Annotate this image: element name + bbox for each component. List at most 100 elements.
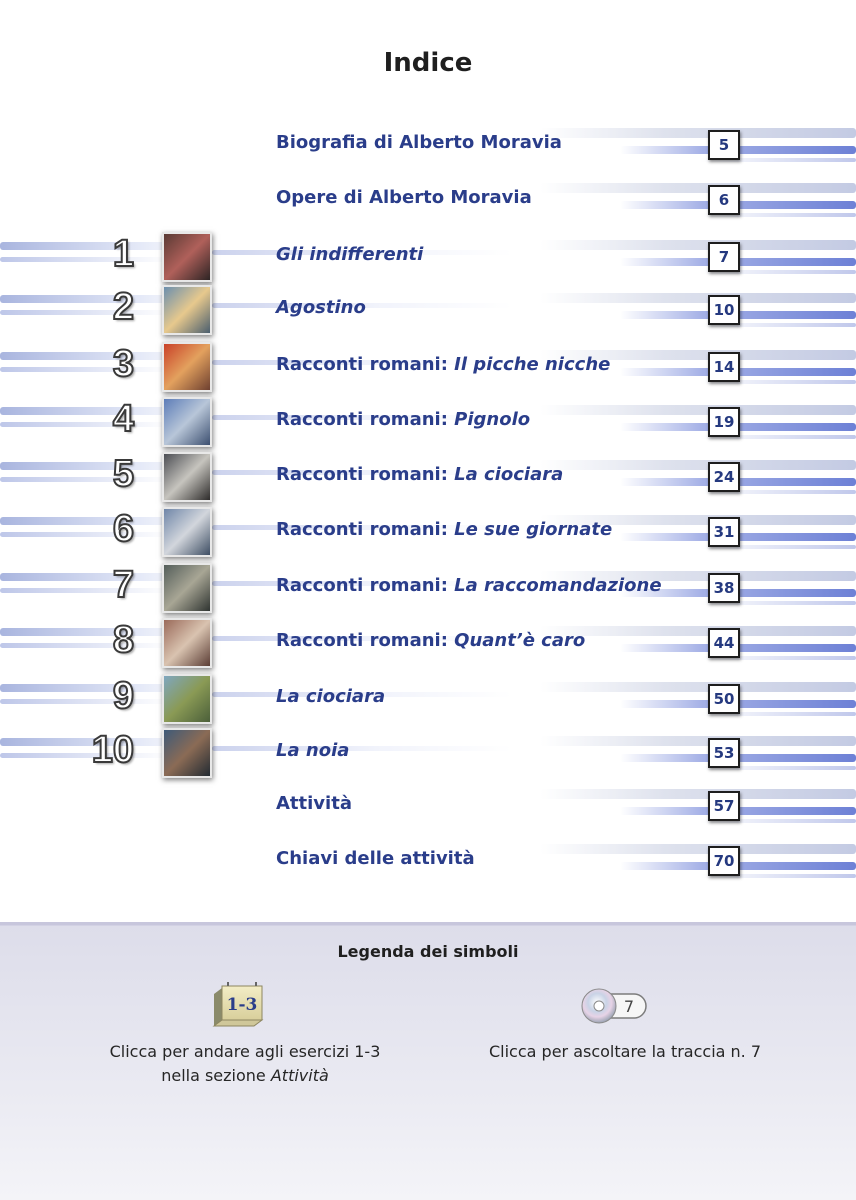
- symbol-legend: Legenda dei simboli 1-3 7 Clicca per and…: [0, 922, 856, 1200]
- toc-title-part: Racconti romani:: [276, 464, 455, 485]
- toc-entry[interactable]: Opere di Alberto Moravia 6: [0, 173, 856, 223]
- page-number-button[interactable]: 7: [708, 242, 740, 272]
- toc-title-part: Opere di Alberto Moravia: [276, 187, 532, 208]
- toc-entry[interactable]: 2 Agostino 10: [0, 283, 856, 335]
- toc-entry[interactable]: 10 La noia 53: [0, 726, 856, 778]
- toc-entry-title[interactable]: Racconti romani: La raccomandazione: [276, 575, 662, 596]
- chapter-thumbnail[interactable]: [162, 342, 212, 392]
- chapter-thumbnail[interactable]: [162, 232, 212, 282]
- exercise-legend-line1: Clicca per andare agli esercizi 1-3: [109, 1042, 381, 1061]
- toc-entry[interactable]: Biografia di Alberto Moravia 5: [0, 118, 856, 168]
- toc-entry-title[interactable]: Racconti romani: Pignolo: [276, 409, 530, 430]
- toc-title-italic-part: La raccomandazione: [454, 575, 662, 596]
- toc-title-part: Chiavi delle attività: [276, 848, 475, 869]
- decorative-streak: [540, 626, 856, 636]
- chapter-number: 9: [112, 674, 135, 718]
- toc-title-part: Racconti romani:: [276, 354, 455, 375]
- chapter-thumbnail[interactable]: [162, 397, 212, 447]
- toc-entry-title[interactable]: Racconti romani: Le sue giornate: [276, 519, 612, 540]
- toc-entry-title[interactable]: Racconti romani: La ciociara: [276, 464, 563, 485]
- page-number-button[interactable]: 6: [708, 185, 740, 215]
- chapter-thumbnail[interactable]: [162, 563, 212, 613]
- toc-entry-title[interactable]: Attività: [276, 793, 352, 814]
- toc-entry[interactable]: 7 Racconti romani: La raccomandazione 38: [0, 561, 856, 613]
- chapter-number: 4: [112, 397, 135, 441]
- decorative-streak: [540, 293, 856, 303]
- toc-entry[interactable]: 6 Racconti romani: Le sue giornate 31: [0, 505, 856, 557]
- chapter-number: 7: [112, 563, 135, 607]
- decorative-streak: [540, 682, 856, 692]
- page-title: Indice: [383, 48, 473, 78]
- toc-title-part: Racconti romani:: [276, 630, 455, 651]
- page-number-button[interactable]: 24: [708, 462, 740, 492]
- toc-entry-title[interactable]: Agostino: [276, 297, 366, 318]
- toc-entry[interactable]: 9 La ciociara 50: [0, 672, 856, 724]
- toc-entry-title[interactable]: Racconti romani: Quant’è caro: [276, 630, 585, 651]
- toc-title-part: Racconti romani:: [276, 519, 455, 540]
- chapter-number: 5: [112, 452, 135, 496]
- toc-entry[interactable]: 5 Racconti romani: La ciociara 24: [0, 450, 856, 502]
- page-number-button[interactable]: 57: [708, 791, 740, 821]
- decorative-streak: [540, 128, 856, 138]
- page-number-button[interactable]: 53: [708, 738, 740, 768]
- chapter-number: 1: [112, 232, 135, 276]
- chapter-thumbnail[interactable]: [162, 452, 212, 502]
- toc-entry-title[interactable]: Chiavi delle attività: [276, 848, 475, 869]
- page-number-button[interactable]: 70: [708, 846, 740, 876]
- toc-entry-title[interactable]: Opere di Alberto Moravia: [276, 187, 532, 208]
- page-number-button[interactable]: 10: [708, 295, 740, 325]
- chapter-thumbnail[interactable]: [162, 618, 212, 668]
- toc-entry-title[interactable]: La ciociara: [276, 686, 385, 707]
- track-legend-text: Clicca per ascoltare la traccia n. 7: [488, 1042, 762, 1061]
- chapter-number: 8: [112, 618, 135, 662]
- toc-entry[interactable]: Chiavi delle attività 70: [0, 834, 856, 884]
- toc-title-part: Biografia di Alberto Moravia: [276, 132, 562, 153]
- page-number-button[interactable]: 5: [708, 130, 740, 160]
- toc-entry-title[interactable]: Racconti romani: Il picche nicche: [276, 354, 610, 375]
- chapter-number: 6: [112, 507, 135, 551]
- exercise-legend-text: Clicca per andare agli esercizi 1-3 nell…: [90, 1040, 400, 1088]
- page-number-button[interactable]: 14: [708, 352, 740, 382]
- chapter-number: 3: [112, 342, 135, 386]
- chapter-thumbnail[interactable]: [162, 507, 212, 557]
- toc-title-italic-part: Pignolo: [454, 409, 531, 430]
- toc-title-italic-part: La ciociara: [276, 686, 386, 707]
- toc-title-part: Racconti romani:: [276, 409, 455, 430]
- decorative-streak: [212, 746, 512, 751]
- page-number-button[interactable]: 38: [708, 573, 740, 603]
- cd-track-icon: 7: [581, 988, 647, 1024]
- page-number-button[interactable]: 19: [708, 407, 740, 437]
- toc-entry[interactable]: 8 Racconti romani: Quant’è caro 44: [0, 616, 856, 668]
- page-number-button[interactable]: 50: [708, 684, 740, 714]
- toc-entry[interactable]: 4 Racconti romani: Pignolo 19: [0, 395, 856, 447]
- toc-entry[interactable]: 3 Racconti romani: Il picche nicche 14: [0, 340, 856, 392]
- toc-entry[interactable]: Attività 57: [0, 779, 856, 829]
- toc-title-part: Racconti romani:: [276, 575, 455, 596]
- toc-title-italic-part: Quant’è caro: [454, 630, 586, 651]
- legend-title: Legenda dei simboli: [337, 942, 519, 961]
- toc-entry-title[interactable]: Gli indifferenti: [276, 244, 423, 265]
- toc-entry-title[interactable]: Biografia di Alberto Moravia: [276, 132, 562, 153]
- chapter-number: 10: [91, 728, 135, 772]
- page-number-button[interactable]: 31: [708, 517, 740, 547]
- chapter-number: 2: [112, 285, 135, 329]
- decorative-streak: [540, 405, 856, 415]
- toc-title-italic-part: Il picche nicche: [454, 354, 611, 375]
- toc-title-italic-part: Agostino: [276, 297, 366, 318]
- exercise-legend-section: Attività: [270, 1066, 329, 1085]
- decorative-streak: [540, 240, 856, 250]
- decorative-streak: [540, 789, 856, 799]
- decorative-streak: [540, 460, 856, 470]
- decorative-streak: [540, 844, 856, 854]
- toc-entry-title[interactable]: La noia: [276, 740, 349, 761]
- toc-entry[interactable]: 1 Gli indifferenti 7: [0, 230, 856, 282]
- toc-title-italic-part: La ciociara: [454, 464, 564, 485]
- page-number-button[interactable]: 44: [708, 628, 740, 658]
- exercise-legend-line2-prefix: nella sezione: [161, 1066, 271, 1085]
- toc-title-italic-part: La noia: [276, 740, 350, 761]
- chapter-thumbnail[interactable]: [162, 285, 212, 335]
- toc-title-italic-part: Gli indifferenti: [276, 244, 424, 265]
- chapter-thumbnail[interactable]: [162, 728, 212, 778]
- chapter-thumbnail[interactable]: [162, 674, 212, 724]
- toc-title-part: Attività: [276, 793, 352, 814]
